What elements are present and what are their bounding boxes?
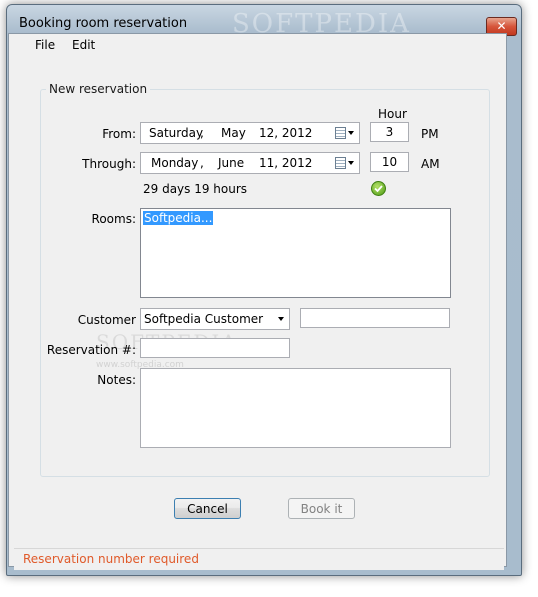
chevron-down-icon <box>348 131 354 135</box>
through-hour-field[interactable]: 10 <box>370 152 409 172</box>
book-it-button[interactable]: Book it <box>288 498 355 519</box>
check-icon <box>371 181 386 196</box>
through-separator: , <box>200 156 204 170</box>
duration-text: 29 days 19 hours <box>143 182 248 196</box>
customer-label: Customer <box>77 313 136 327</box>
rooms-label: Rooms: <box>91 212 136 226</box>
menu-bar: File Edit <box>9 34 506 56</box>
through-label: Through: <box>82 157 136 171</box>
through-ampm: AM <box>421 157 440 171</box>
through-day-year: 11, 2012 <box>259 156 313 170</box>
close-icon: ✕ <box>496 19 507 33</box>
notes-textarea[interactable] <box>140 368 451 448</box>
status-bar: Reservation number required <box>14 548 504 570</box>
window-title: Booking room reservation <box>19 16 188 31</box>
status-message: Reservation number required <box>23 552 199 566</box>
menu-file[interactable]: File <box>29 37 61 53</box>
calendar-icon <box>335 157 346 169</box>
chevron-down-icon[interactable] <box>278 317 284 321</box>
from-day-year: 12, 2012 <box>259 126 313 140</box>
rooms-listbox[interactable]: Softpedia... <box>140 208 451 298</box>
from-weekday: Saturday <box>149 126 204 140</box>
calendar-icon <box>335 127 346 139</box>
from-date-picker[interactable]: Saturday , May 12, 2012 <box>140 122 360 144</box>
through-month: June <box>218 156 245 170</box>
customer-extra-field[interactable] <box>300 308 450 328</box>
from-label: From: <box>102 127 136 141</box>
through-weekday: Monday <box>151 156 199 170</box>
notes-label: Notes: <box>97 373 136 387</box>
from-month: May <box>221 126 246 140</box>
through-calendar-button[interactable] <box>333 155 357 171</box>
reservation-number-label: Reservation #: <box>46 343 136 357</box>
reservation-number-field[interactable] <box>140 338 290 358</box>
hour-header: Hour <box>378 107 407 121</box>
menu-edit[interactable]: Edit <box>66 37 101 53</box>
from-hour-field[interactable]: 3 <box>370 122 409 142</box>
chevron-down-icon <box>348 161 354 165</box>
from-separator: , <box>200 126 204 140</box>
from-ampm: PM <box>421 127 439 141</box>
through-date-picker[interactable]: Monday , June 11, 2012 <box>140 152 360 174</box>
customer-combobox[interactable]: Softpedia Customer <box>140 308 290 330</box>
title-bar[interactable]: Booking room reservation SOFTPEDIA ✕ <box>7 5 521 39</box>
list-item[interactable]: Softpedia... <box>141 210 215 226</box>
from-calendar-button[interactable] <box>333 125 357 141</box>
cancel-button[interactable]: Cancel <box>174 498 241 519</box>
group-title: New reservation <box>46 82 151 96</box>
customer-selected: Softpedia Customer <box>144 312 264 326</box>
